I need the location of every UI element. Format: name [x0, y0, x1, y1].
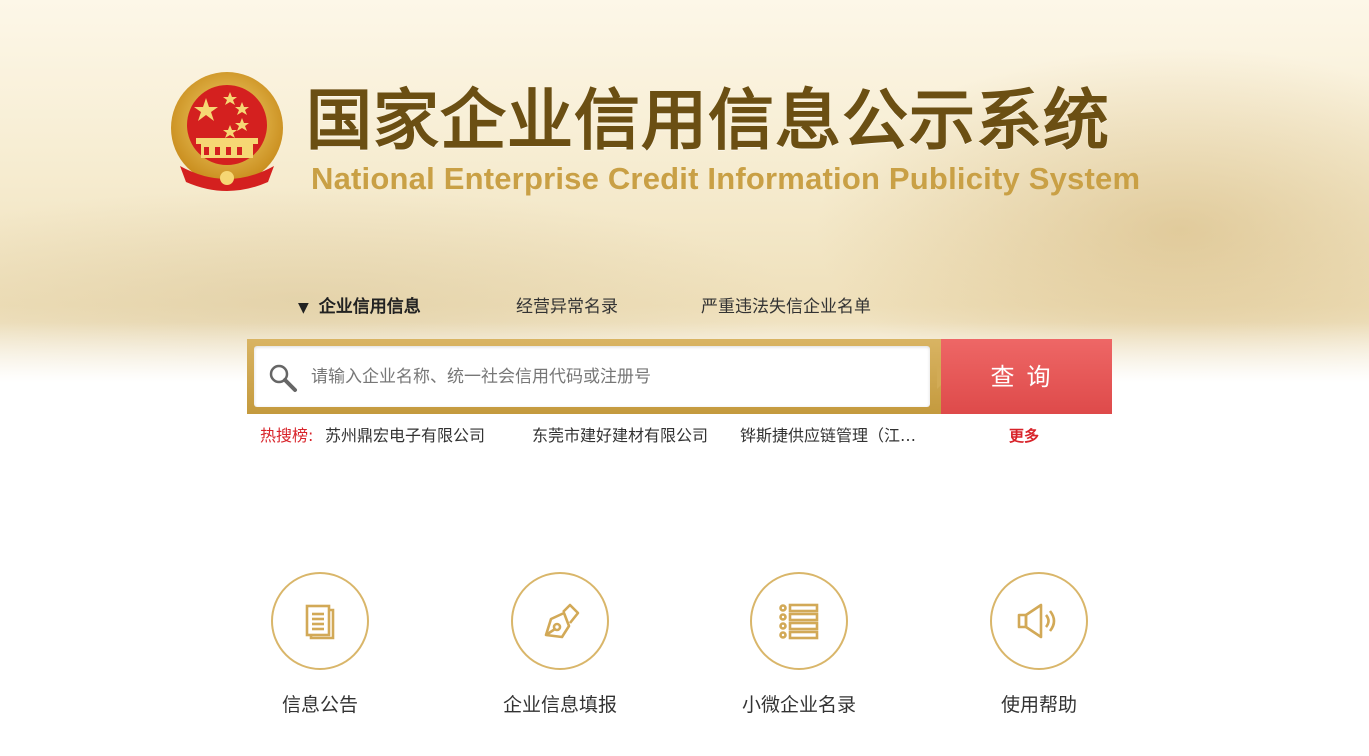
tab-serious-violation-list[interactable]: 严重违法失信企业名单: [701, 292, 871, 322]
feature-info-announcement[interactable]: 信息公告: [220, 572, 420, 722]
search-button[interactable]: 查询: [941, 339, 1112, 414]
page-title: 国家企业信用信息公示系统: [306, 82, 1110, 159]
document-icon: [305, 604, 335, 640]
tab-label: 经营异常名录: [516, 297, 618, 317]
feature-enterprise-info-report[interactable]: 企业信息填报: [460, 572, 660, 722]
speaker-icon: [1017, 603, 1056, 639]
hot-search-item[interactable]: 苏州鼎宏电子有限公司: [325, 424, 525, 448]
pen-nib-icon: [544, 603, 580, 639]
search-frame: [247, 339, 947, 414]
hot-search-item[interactable]: 东莞市建好建材有限公司: [532, 424, 732, 448]
feature-label: 小微企业名录: [741, 694, 856, 716]
caret-down-icon: ▼: [298, 300, 309, 316]
hot-search-more-link[interactable]: 更多: [1009, 424, 1039, 448]
tab-enterprise-credit-info[interactable]: ▼ 企业信用信息: [298, 292, 421, 323]
tab-label: 企业信用信息: [318, 297, 421, 317]
feature-label: 使用帮助: [1000, 694, 1077, 716]
feature-usage-help[interactable]: 使用帮助: [939, 572, 1139, 722]
tab-abnormal-operation-list[interactable]: 经营异常名录: [516, 292, 618, 322]
feature-small-enterprise-list[interactable]: 小微企业名录: [699, 572, 899, 722]
search-icon: [269, 364, 297, 392]
national-emblem-icon: [171, 72, 283, 191]
header-banner: 国家企业信用信息公示系统 National Enterprise Credit …: [0, 0, 1369, 382]
hot-search-item[interactable]: 铧斯捷供应链管理（江…: [740, 424, 934, 448]
feature-label: 信息公告: [281, 694, 358, 716]
hot-search-list: 热搜榜: 苏州鼎宏电子有限公司 东莞市建好建材有限公司 铧斯捷供应链管理（江… …: [260, 424, 1040, 448]
search-input[interactable]: [309, 356, 913, 398]
search-box: [254, 346, 930, 407]
tab-label: 严重违法失信企业名单: [701, 297, 871, 317]
search-bar: 查询: [247, 339, 1112, 414]
hot-search-label: 热搜榜:: [260, 426, 314, 445]
page-subtitle-en: National Enterprise Credit Information P…: [311, 161, 1141, 196]
feature-label: 企业信息填报: [502, 694, 617, 716]
list-icon: [779, 603, 819, 640]
